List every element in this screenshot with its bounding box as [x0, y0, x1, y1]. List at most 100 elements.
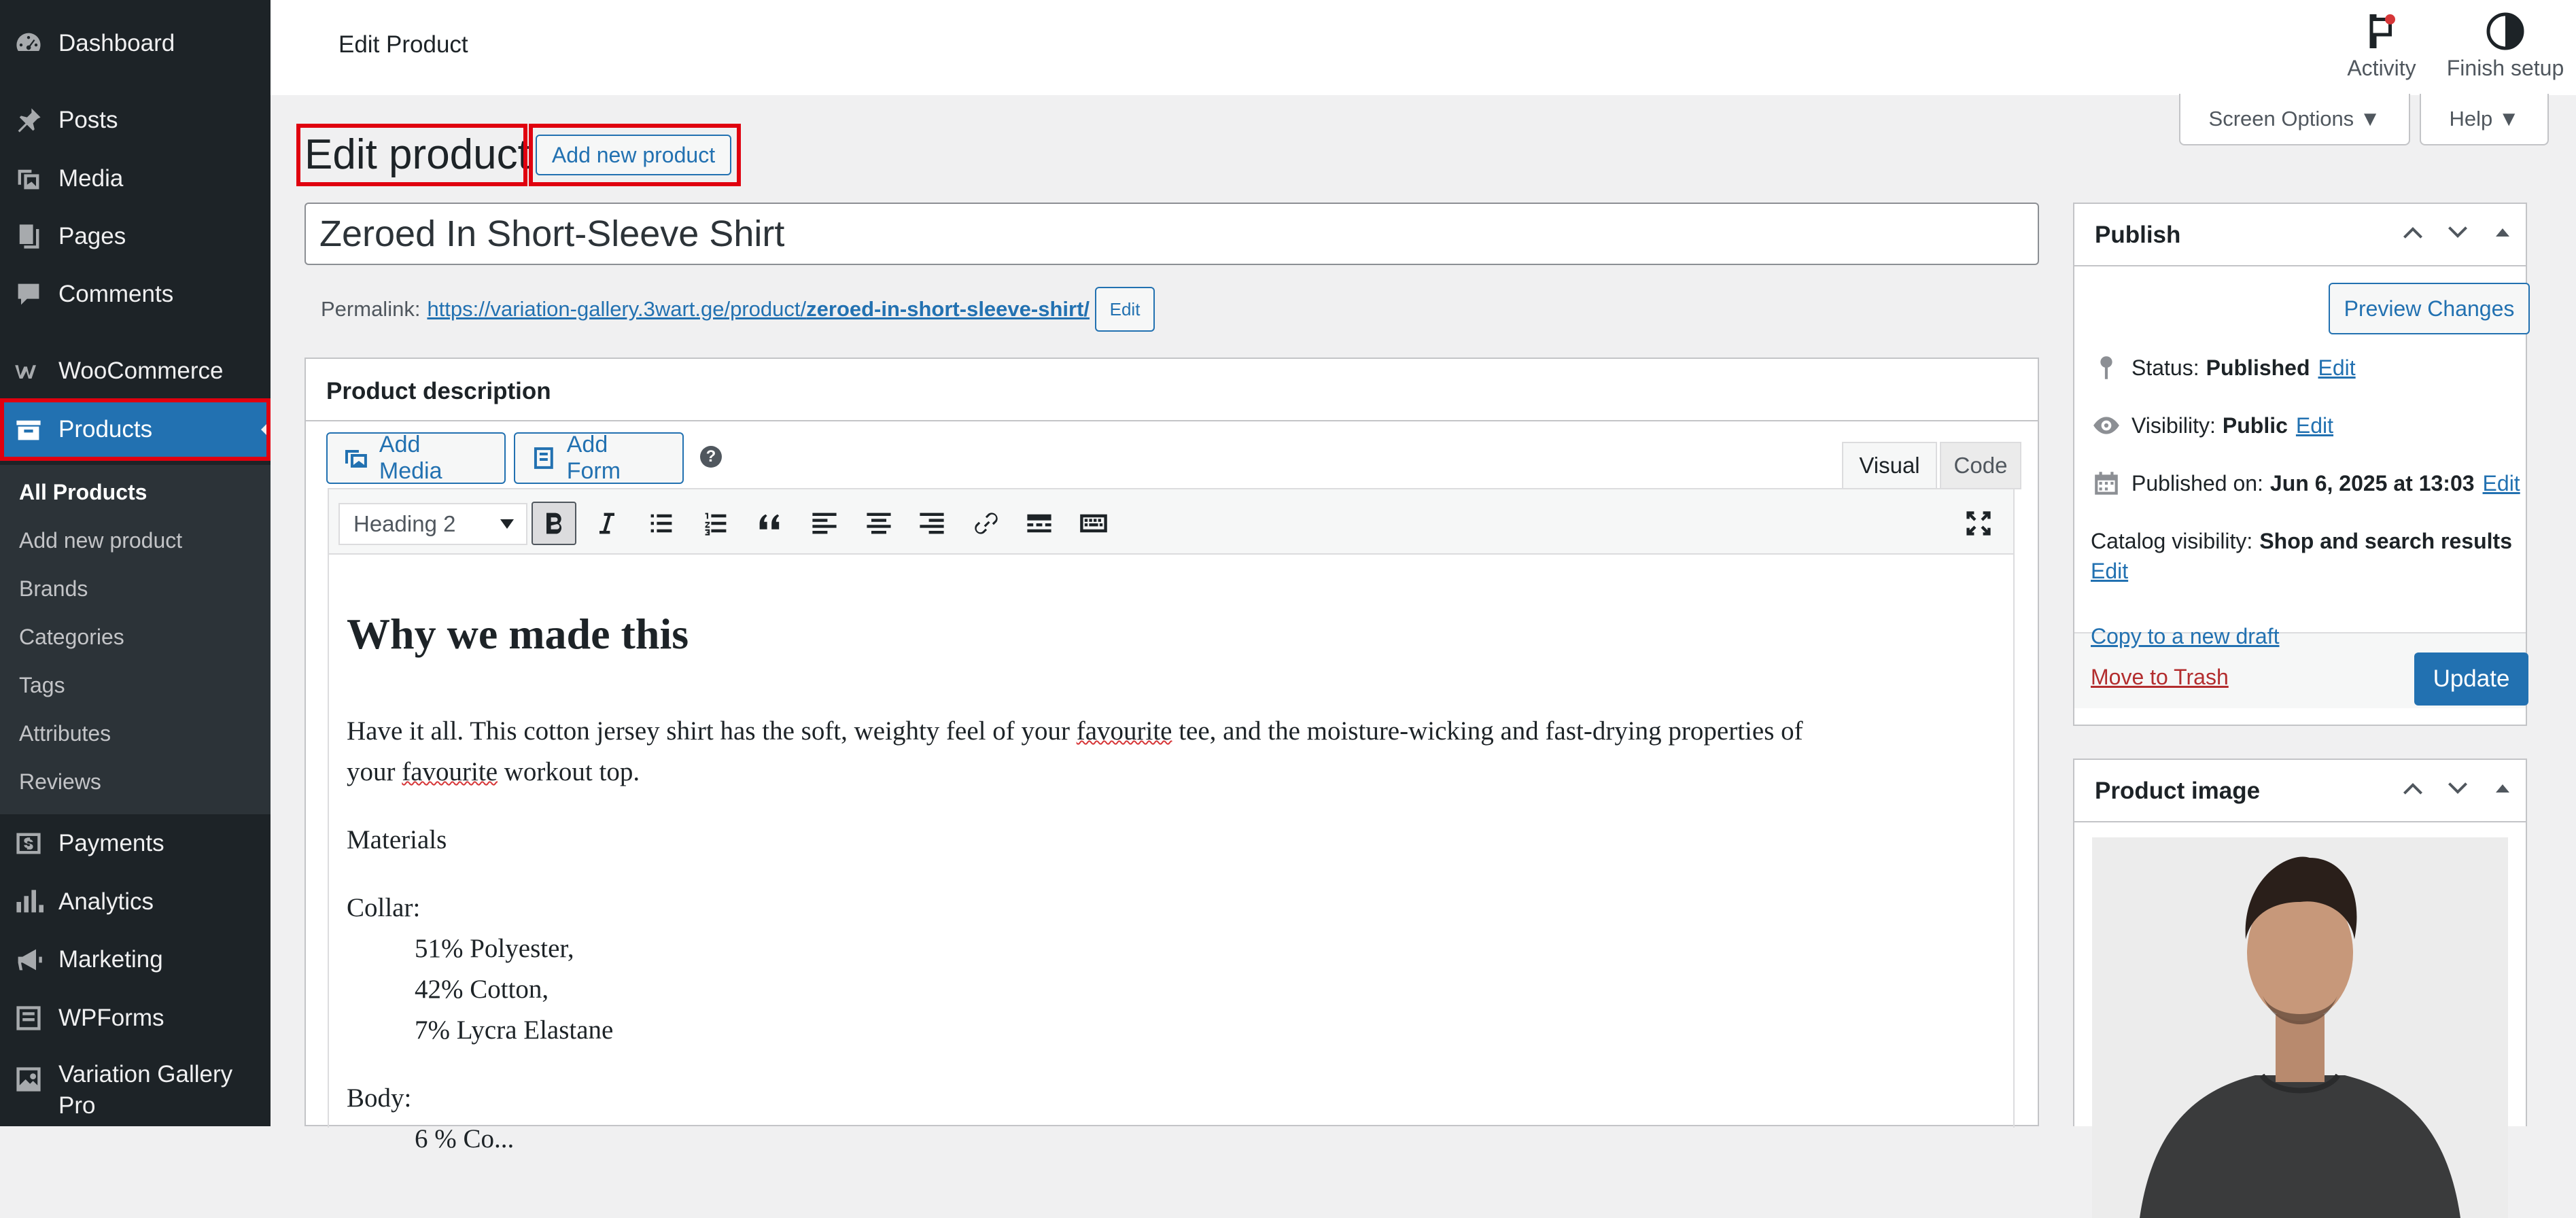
- align-left-button[interactable]: [802, 502, 847, 545]
- sidebar-item-label: Dashboard: [58, 30, 175, 56]
- catalog-edit-link[interactable]: Edit: [2091, 559, 2128, 584]
- materials-text: Materials: [347, 825, 447, 854]
- topbar-title: Edit Product: [338, 31, 468, 58]
- preview-changes-button[interactable]: Preview Changes: [2329, 283, 2530, 334]
- megaphone-icon: [12, 943, 45, 976]
- move-to-trash-link[interactable]: Move to Trash: [2091, 665, 2229, 690]
- body-text: Body:: [347, 1083, 412, 1113]
- sidebar-item-label: Products: [58, 416, 153, 442]
- finish-setup-button[interactable]: Finish setup: [2444, 7, 2566, 88]
- sidebar-item-woocommerce[interactable]: WooCommerce: [0, 344, 271, 398]
- sidebar-item-analytics[interactable]: Analytics: [0, 875, 271, 929]
- visibility-value: Public: [2222, 413, 2288, 438]
- screen-options-button[interactable]: Screen Options ▼: [2179, 94, 2410, 145]
- read-more-button[interactable]: [1017, 502, 1062, 545]
- payments-icon: [12, 827, 45, 860]
- read-more-icon: [1027, 514, 1051, 533]
- fullscreen-button[interactable]: [1956, 502, 2001, 545]
- content-heading: Why we made this: [347, 610, 689, 658]
- content-paragraph: Have it all. This cotton jersey shirt ha…: [347, 711, 1803, 793]
- permalink-edit-button[interactable]: Edit: [1095, 287, 1155, 332]
- sidebar-item-wpforms[interactable]: WPForms: [0, 991, 271, 1045]
- sidebar-item-dashboard[interactable]: Dashboard: [0, 16, 271, 71]
- permalink-slug: zeroed-in-short-sleeve-shirt/: [806, 297, 1090, 321]
- gallery-icon: [12, 1063, 45, 1096]
- sidebar-item-label: Variation Gallery Pro: [58, 1059, 232, 1121]
- triangle-up-icon[interactable]: [2489, 219, 2516, 246]
- bold-icon: [546, 512, 562, 534]
- sidebar-item-label: Media: [58, 165, 124, 192]
- submenu-item-all-products[interactable]: All Products: [19, 480, 147, 505]
- sidebar-item-label: Payments: [58, 830, 164, 856]
- forms-icon: [12, 1002, 45, 1034]
- box-controls: [2399, 219, 2516, 246]
- calendar-icon: [2095, 472, 2118, 495]
- submenu-item-reviews[interactable]: Reviews: [19, 769, 101, 795]
- product-image[interactable]: [2092, 837, 2508, 1218]
- published-label: Published on:: [2131, 470, 2263, 495]
- link-button[interactable]: [964, 502, 1009, 545]
- published-on-row: Published on: Jun 6, 2025 at 13:03 Edit: [2092, 469, 2520, 498]
- add-form-button[interactable]: Add Form: [514, 432, 684, 484]
- toolbar-toggle-button[interactable]: [1071, 502, 1116, 545]
- text-run: Have it all. This cotton jersey shirt ha…: [347, 716, 1077, 746]
- product-image-box: Product image: [2073, 759, 2527, 1218]
- chevron-down-icon[interactable]: [2444, 219, 2471, 246]
- published-edit-link[interactable]: Edit: [2483, 471, 2520, 496]
- dashboard-icon: [12, 27, 45, 60]
- format-select[interactable]: Heading 2: [338, 503, 527, 545]
- tab-code[interactable]: Code: [1940, 442, 2021, 489]
- bold-button[interactable]: [532, 502, 576, 545]
- visibility-edit-link[interactable]: Edit: [2296, 413, 2333, 438]
- align-right-icon: [920, 512, 944, 534]
- catalog-label: Catalog visibility:: [2091, 529, 2253, 553]
- blockquote-button[interactable]: [748, 502, 793, 545]
- submenu-item-attributes[interactable]: Attributes: [19, 721, 111, 746]
- chevron-up-icon[interactable]: [2399, 219, 2426, 246]
- divider: [306, 420, 2038, 421]
- align-center-button[interactable]: [856, 502, 901, 545]
- link-icon: [975, 512, 998, 534]
- bullet-list-button[interactable]: [639, 502, 684, 545]
- collar-item: 42% Cotton,: [415, 975, 549, 1004]
- sidebar-item-label: Pages: [58, 223, 126, 249]
- sidebar-item-marketing[interactable]: Marketing: [0, 933, 271, 987]
- numbered-list-button[interactable]: [693, 502, 738, 545]
- submenu-item-categories[interactable]: Categories: [19, 625, 124, 650]
- pin-icon: [12, 104, 45, 137]
- update-button[interactable]: Update: [2414, 652, 2528, 706]
- label-line-2: Pro: [58, 1092, 96, 1119]
- sidebar-item-payments[interactable]: Payments: [0, 816, 271, 871]
- sidebar-item-media[interactable]: Media: [0, 152, 271, 206]
- chevron-up-icon[interactable]: [2399, 775, 2426, 802]
- editor-toolbar: Heading 2: [329, 489, 2013, 555]
- tab-visual[interactable]: Visual: [1842, 442, 1937, 489]
- help-button[interactable]: Help ▼: [2420, 94, 2549, 145]
- submenu-item-add-new-product[interactable]: Add new product: [19, 528, 182, 553]
- sidebar-item-variation-gallery-pro[interactable]: Variation Gallery Pro: [0, 1059, 271, 1127]
- sidebar-item-comments[interactable]: Comments: [0, 267, 271, 321]
- italic-button[interactable]: [585, 502, 629, 545]
- chevron-down-icon[interactable]: [2444, 775, 2471, 802]
- activity-button[interactable]: Activity: [2334, 7, 2429, 88]
- help-icon[interactable]: ?: [700, 446, 722, 468]
- product-title-input[interactable]: Zeroed In Short-Sleeve Shirt: [304, 203, 2039, 265]
- permalink-base: https://variation-gallery.3wart.ge/produ…: [427, 297, 807, 321]
- align-right-button[interactable]: [909, 502, 954, 545]
- triangle-up-icon[interactable]: [2489, 775, 2516, 802]
- sidebar-item-pages[interactable]: Pages: [0, 209, 271, 264]
- submenu-item-brands[interactable]: Brands: [19, 576, 88, 602]
- activity-label: Activity: [2347, 56, 2416, 80]
- copy-to-draft-link[interactable]: Copy to a new draft: [2091, 624, 2279, 649]
- status-label: Status:: [2131, 355, 2199, 380]
- submenu-item-tags[interactable]: Tags: [19, 673, 65, 698]
- permalink-link[interactable]: https://variation-gallery.3wart.ge/produ…: [427, 297, 1090, 321]
- visibility-row: Visibility: Public Edit: [2092, 411, 2333, 440]
- status-edit-link[interactable]: Edit: [2318, 355, 2356, 381]
- add-new-product-button[interactable]: Add new product: [536, 135, 731, 175]
- sidebar-item-posts[interactable]: Posts: [0, 93, 271, 147]
- media-icon: [12, 162, 45, 195]
- numbered-list-icon: [705, 512, 727, 536]
- sidebar-item-products[interactable]: Products: [0, 402, 271, 457]
- add-media-button[interactable]: Add Media: [326, 432, 506, 484]
